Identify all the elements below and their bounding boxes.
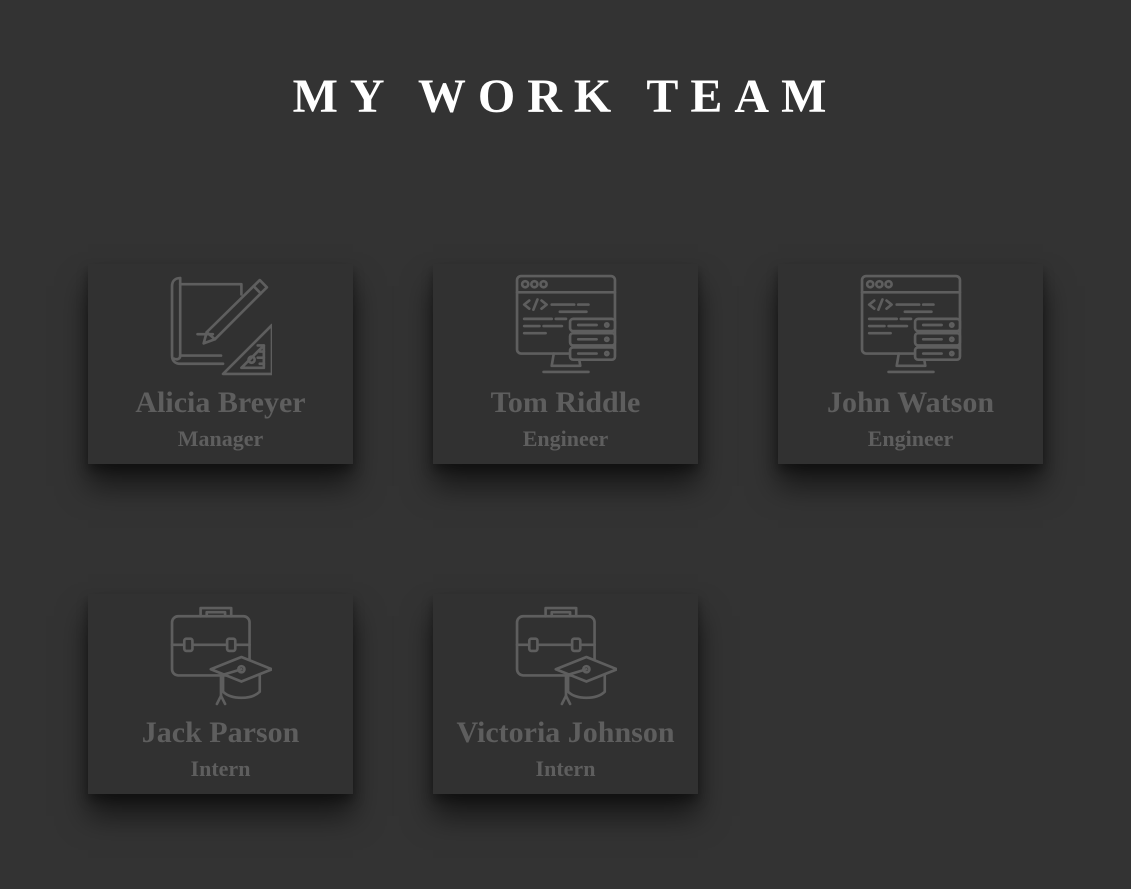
member-name: Jack Parson <box>141 716 300 749</box>
team-page: MY WORK TEAM Alicia Breyer Manager Tom R… <box>0 0 1131 889</box>
team-member-card: Tom Riddle Engineer <box>433 264 698 464</box>
member-name: Tom Riddle <box>490 386 641 419</box>
team-member-card: Alicia Breyer Manager <box>88 264 353 464</box>
member-role: Engineer <box>522 426 609 451</box>
team-member-card: John Watson Engineer <box>778 264 1043 464</box>
code-monitor-server-icon <box>860 274 962 376</box>
member-role: Manager <box>177 426 264 451</box>
page-title: MY WORK TEAM <box>292 70 839 123</box>
member-role: Intern <box>535 756 596 781</box>
team-member-card: Victoria Johnson Intern <box>433 594 698 794</box>
briefcase-graduation-cap-icon <box>515 604 617 706</box>
briefcase-graduation-cap-icon <box>170 604 272 706</box>
member-name: Victoria Johnson <box>456 716 675 749</box>
team-member-card: Jack Parson Intern <box>88 594 353 794</box>
member-name: Alicia Breyer <box>135 386 306 419</box>
blueprint-pencil-ruler-icon <box>170 274 272 376</box>
member-role: Intern <box>190 756 251 781</box>
member-role: Engineer <box>867 426 954 451</box>
code-monitor-server-icon <box>515 274 617 376</box>
member-name: John Watson <box>826 386 995 419</box>
